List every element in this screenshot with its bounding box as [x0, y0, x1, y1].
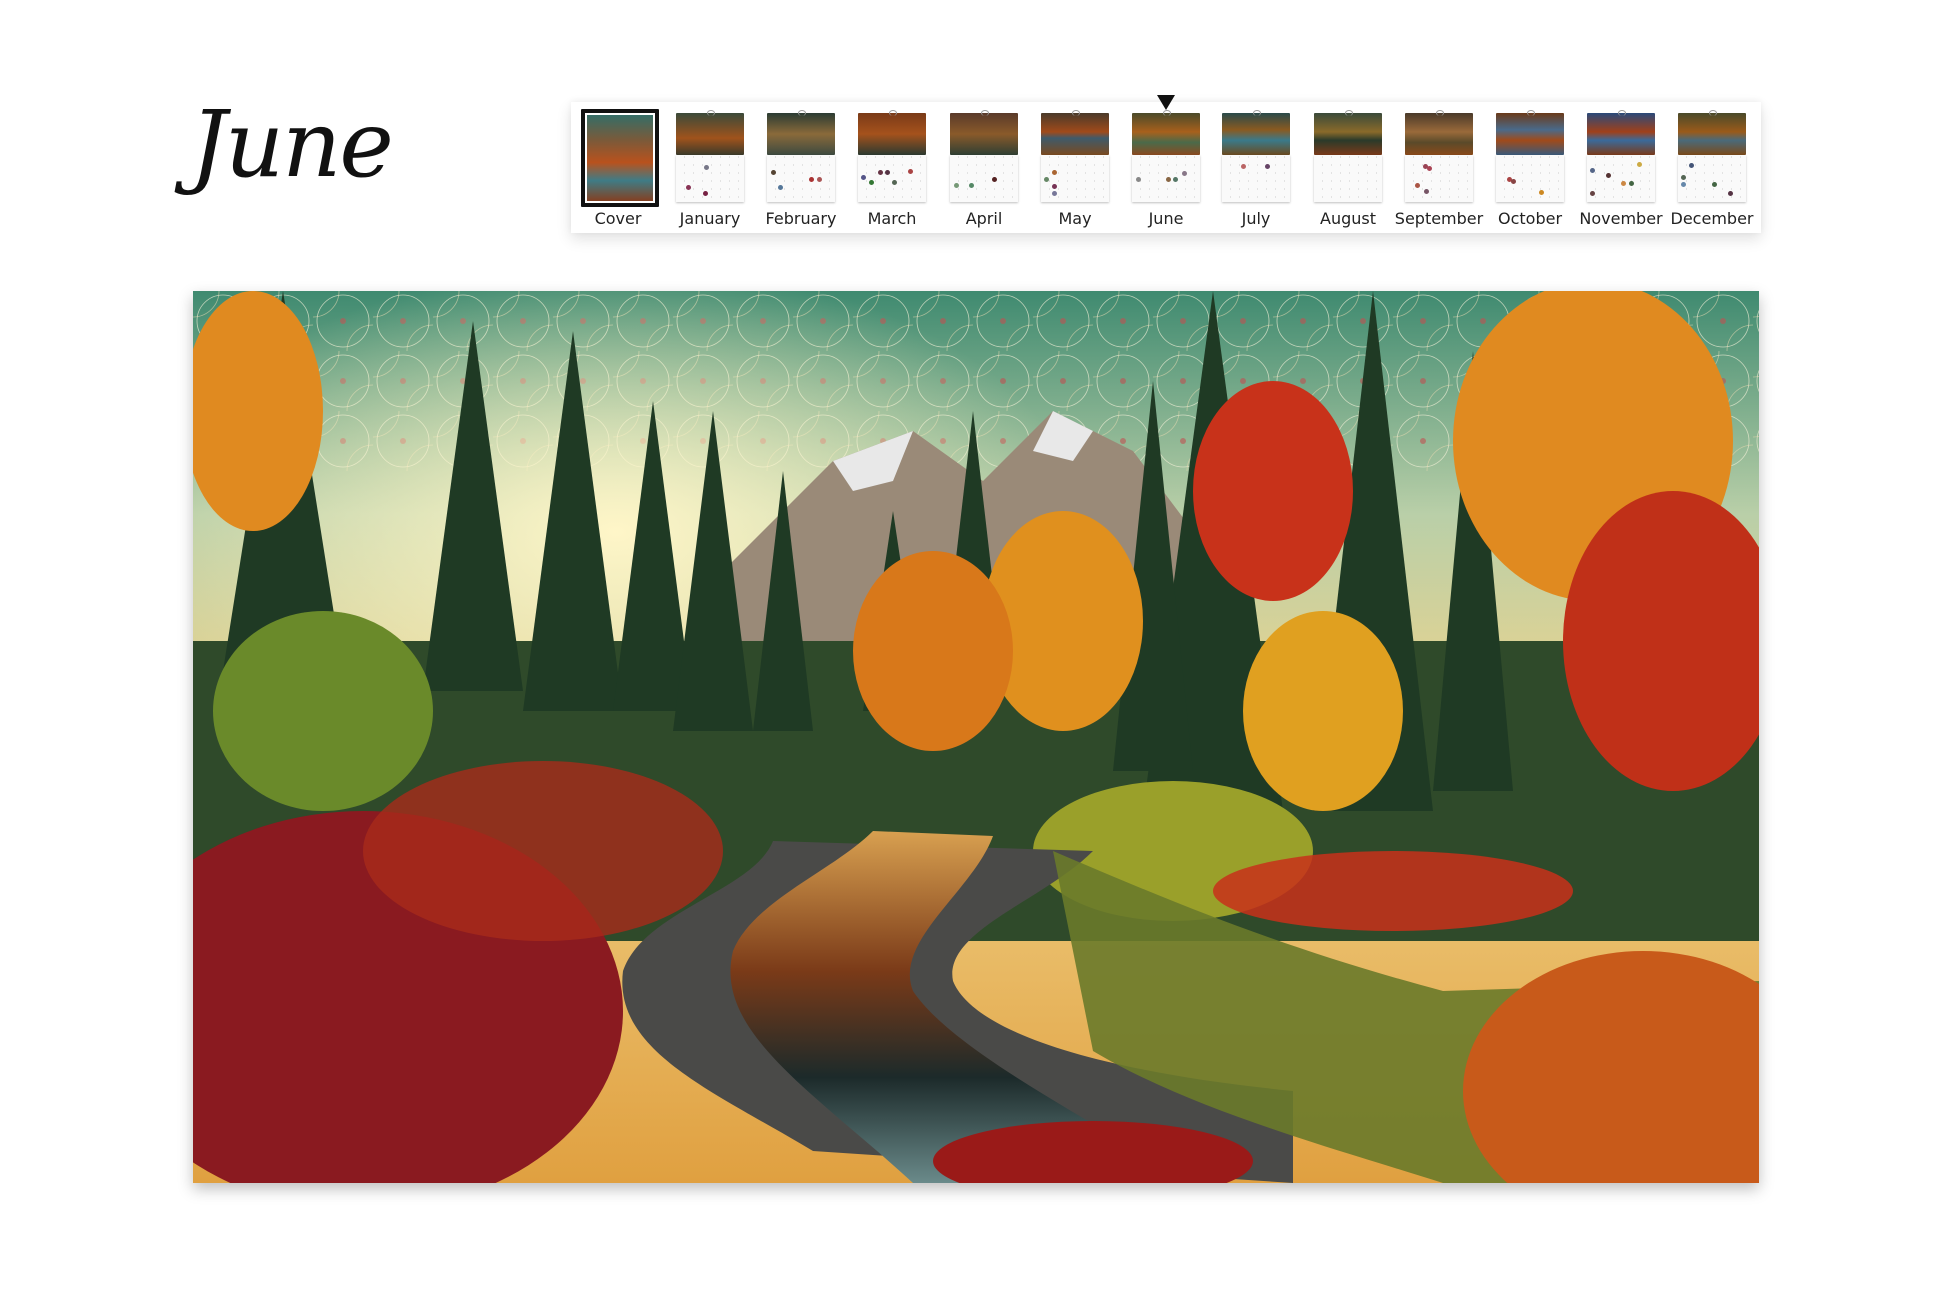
- thumb-april[interactable]: April: [939, 102, 1029, 233]
- thumb-october[interactable]: October: [1485, 102, 1575, 233]
- calendar-grid: [767, 155, 835, 202]
- calendar-grid: [950, 155, 1018, 202]
- main-month-image: [193, 291, 1759, 1183]
- thumb-september[interactable]: September: [1394, 102, 1484, 233]
- thumbnail-image: [1041, 113, 1109, 155]
- thumb-june[interactable]: June: [1121, 102, 1211, 233]
- month-thumbnail-strip: Cover January February March April May J…: [571, 102, 1761, 233]
- thumbnail-image: [1132, 113, 1200, 155]
- calendar-grid: [1405, 155, 1473, 202]
- thumbnail-image: [950, 113, 1018, 155]
- calendar-grid: [1041, 155, 1109, 202]
- calendar-grid: [1222, 155, 1290, 202]
- thumbnail-image: [1314, 113, 1382, 155]
- thumbnail-image: [676, 113, 744, 155]
- thumbnail-image: [1222, 113, 1290, 155]
- calendar-grid: [1587, 155, 1655, 202]
- thumb-march[interactable]: March: [847, 102, 937, 233]
- calendar-grid: [676, 155, 744, 202]
- calendar-grid: [858, 155, 926, 202]
- selected-month-indicator-icon: [1157, 95, 1175, 110]
- month-title: June: [190, 86, 430, 216]
- thumbnail-image: [1496, 113, 1564, 155]
- cover-thumbnail-image: [581, 109, 659, 207]
- thumb-july[interactable]: July: [1211, 102, 1301, 233]
- thumbnail-image: [1678, 113, 1746, 155]
- thumbnail-image: [767, 113, 835, 155]
- thumbnail-image: [858, 113, 926, 155]
- thumb-february[interactable]: February: [756, 102, 846, 233]
- thumbnail-image: [1405, 113, 1473, 155]
- thumb-label: December: [1670, 209, 1754, 228]
- calendar-grid: [1496, 155, 1564, 202]
- thumb-august[interactable]: August: [1303, 102, 1393, 233]
- thumb-november[interactable]: November: [1576, 102, 1666, 233]
- calendar-grid: [1132, 155, 1200, 202]
- month-title-text: June: [190, 91, 394, 198]
- thumb-cover[interactable]: Cover: [573, 102, 663, 233]
- thumb-january[interactable]: January: [665, 102, 755, 233]
- thumb-december[interactable]: December: [1667, 102, 1757, 233]
- thumb-may[interactable]: May: [1030, 102, 1120, 233]
- autumn-forest-river-artwork: [193, 291, 1759, 1183]
- thumbnail-image: [1587, 113, 1655, 155]
- calendar-grid: [1314, 155, 1382, 202]
- calendar-grid: [1678, 155, 1746, 202]
